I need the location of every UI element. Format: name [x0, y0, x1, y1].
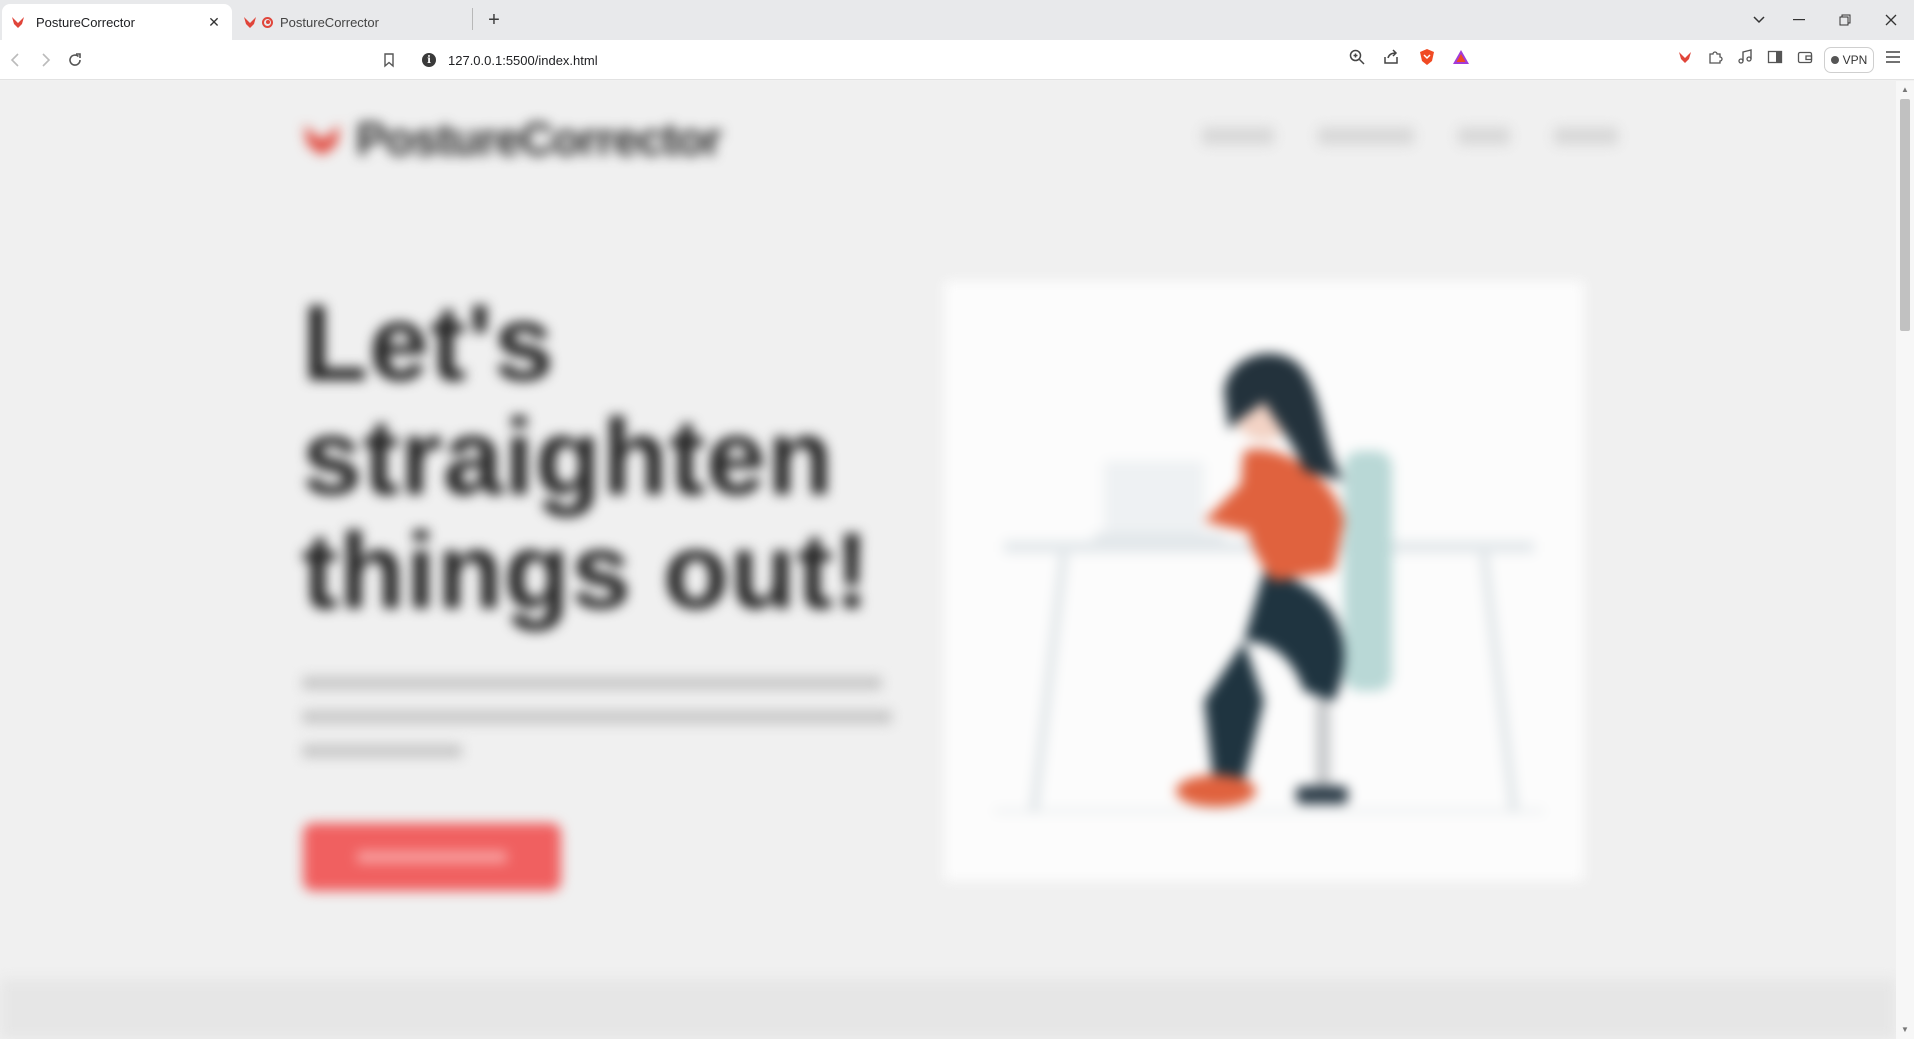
- subtext-placeholder-line: [302, 744, 462, 758]
- scroll-up-arrow-icon[interactable]: ▲: [1900, 85, 1910, 95]
- back-icon[interactable]: [4, 48, 28, 72]
- subtext-placeholder-line: [302, 676, 882, 690]
- browser-toolbar: i 127.0.0.1:5500/index.html VPN: [0, 40, 1914, 80]
- tab-strip: PostureCorrector ✕ PostureCorrector +: [0, 0, 1914, 40]
- brave-lion-favicon-icon: [244, 17, 256, 28]
- headline-line: things out!: [302, 510, 871, 631]
- brave-lion-favicon-icon: [12, 17, 24, 28]
- nav-link[interactable]: [1202, 127, 1274, 145]
- hero-subtext: [302, 666, 902, 758]
- blurred-page: PostureCorrector Let's straighten things…: [0, 81, 1896, 1039]
- next-section-band: [0, 979, 1896, 1039]
- hero-cta-button[interactable]: [303, 823, 561, 891]
- sidebar-icon[interactable]: [1766, 48, 1784, 66]
- tab-inactive[interactable]: PostureCorrector: [234, 4, 472, 40]
- scroll-thumb[interactable]: [1900, 99, 1910, 331]
- woman-at-desk-illustration-icon: [994, 353, 1544, 813]
- share-icon[interactable]: [1382, 48, 1400, 66]
- page-scrollbar[interactable]: ▲ ▼: [1896, 81, 1914, 1039]
- vpn-label: VPN: [1842, 53, 1868, 67]
- close-window-icon[interactable]: [1874, 6, 1908, 34]
- zoom-icon[interactable]: [1348, 48, 1366, 66]
- extensions-icon[interactable]: [1706, 48, 1724, 66]
- tab-search-icon[interactable]: [1742, 6, 1776, 34]
- url-text[interactable]: 127.0.0.1:5500/index.html: [448, 53, 598, 68]
- nav-link[interactable]: [1554, 127, 1618, 145]
- bookmark-icon[interactable]: [377, 48, 401, 72]
- minimize-icon[interactable]: [1782, 6, 1816, 34]
- brave-shields-icon[interactable]: [1418, 48, 1436, 66]
- nav-link[interactable]: [1458, 127, 1510, 145]
- address-bar[interactable]: i 127.0.0.1:5500/index.html: [412, 44, 1492, 76]
- brave-wallet-lion-icon[interactable]: [1676, 48, 1694, 66]
- headline-line: straighten: [302, 396, 835, 517]
- new-tab-button[interactable]: +: [482, 8, 506, 32]
- vpn-button[interactable]: VPN: [1824, 47, 1874, 73]
- subtext-placeholder-line: [302, 710, 892, 724]
- page-viewport: PostureCorrector Let's straighten things…: [0, 81, 1896, 1039]
- vpn-status-icon: [1830, 56, 1839, 64]
- tab-title: PostureCorrector: [36, 14, 135, 30]
- nav-link[interactable]: [1318, 127, 1414, 145]
- headline-line: Let's: [302, 282, 555, 403]
- wallet-icon[interactable]: [1796, 48, 1814, 66]
- close-tab-icon[interactable]: ✕: [204, 12, 224, 32]
- brand-name: PostureCorrector: [356, 113, 722, 165]
- forward-icon[interactable]: [33, 48, 57, 72]
- recording-icon: [262, 16, 273, 28]
- media-icon[interactable]: [1736, 48, 1754, 66]
- site-logo[interactable]: PostureCorrector: [302, 111, 722, 167]
- menu-icon[interactable]: [1884, 48, 1902, 66]
- tab-divider: [472, 8, 473, 30]
- hero-headline: Let's straighten things out!: [302, 286, 902, 628]
- restore-icon[interactable]: [1828, 6, 1862, 34]
- scroll-down-arrow-icon[interactable]: ▼: [1900, 1025, 1910, 1035]
- reload-icon[interactable]: [63, 48, 87, 72]
- hero-illustration: [944, 281, 1584, 881]
- brave-rewards-icon[interactable]: [1452, 48, 1470, 66]
- site-nav: [1202, 127, 1618, 145]
- tab-title: PostureCorrector: [280, 14, 379, 30]
- site-info-icon[interactable]: i: [422, 53, 436, 67]
- cta-placeholder-label: [357, 851, 507, 863]
- brave-lion-logo-icon: [304, 125, 340, 155]
- tab-active[interactable]: PostureCorrector ✕: [2, 4, 232, 40]
